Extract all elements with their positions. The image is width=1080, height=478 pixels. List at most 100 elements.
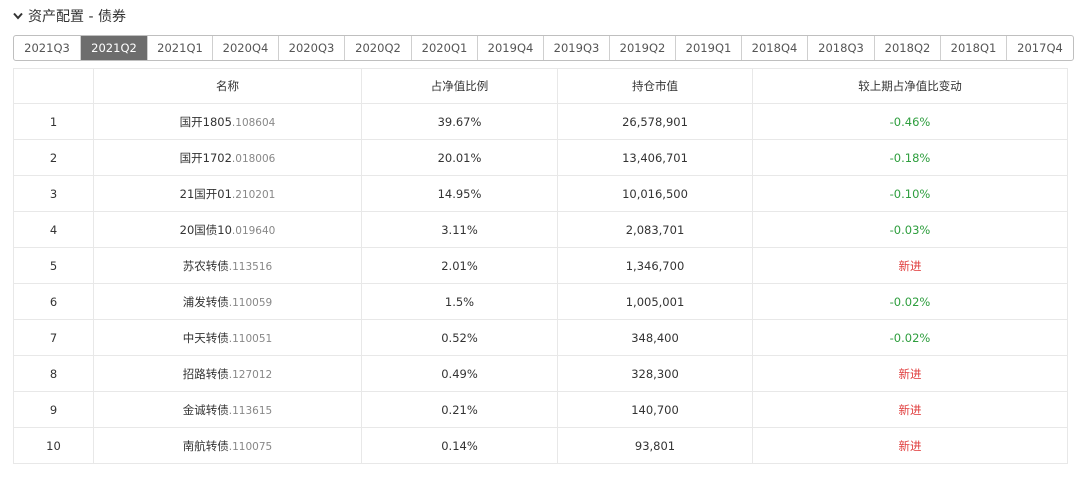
market-value: 1,346,700 xyxy=(557,247,753,284)
ratio-change: -0.02% xyxy=(752,319,1068,356)
section-title: 资产配置 - 债券 xyxy=(28,9,126,25)
net-value-ratio: 0.14% xyxy=(361,427,558,464)
ratio-change: -0.18% xyxy=(752,139,1068,176)
bond-name-link[interactable]: 浦发转债 xyxy=(183,295,229,309)
row-index: 8 xyxy=(13,355,94,392)
net-value-ratio: 39.67% xyxy=(361,103,558,140)
bond-name-link[interactable]: 招路转债 xyxy=(183,367,229,381)
row-index: 6 xyxy=(13,283,94,320)
table-header-row: 名称 占净值比例 持仓市值 较上期占净值比变动 xyxy=(13,68,1068,104)
bond-name-link[interactable]: 20国债10 xyxy=(180,223,232,237)
table-row: 5 苏农转债.113516 2.01% 1,346,700 新进 xyxy=(13,247,1068,284)
tab-2020Q4[interactable]: 2020Q4 xyxy=(213,36,279,60)
row-index: 5 xyxy=(13,247,94,284)
tab-2019Q2[interactable]: 2019Q2 xyxy=(610,36,676,60)
ratio-change: -0.03% xyxy=(752,211,1068,248)
bond-code: .113516 xyxy=(228,260,273,273)
bond-name-link[interactable]: 中天转债 xyxy=(183,331,229,345)
bond-name-cell: 21国开01.210201 xyxy=(93,175,362,212)
tab-2021Q2[interactable]: 2021Q2 xyxy=(81,36,148,60)
chevron-down-icon[interactable] xyxy=(12,10,24,22)
bond-name-link[interactable]: 南航转债 xyxy=(183,439,229,453)
table-row: 9 金诚转债.113615 0.21% 140,700 新进 xyxy=(13,391,1068,428)
bond-code: .113615 xyxy=(228,404,273,417)
bond-code: .019640 xyxy=(231,224,276,237)
market-value: 348,400 xyxy=(557,319,753,356)
bond-name-link[interactable]: 21国开01 xyxy=(180,187,232,201)
bond-name-cell: 中天转债.110051 xyxy=(93,319,362,356)
bond-name-link[interactable]: 金诚转债 xyxy=(183,403,229,417)
tab-2020Q3[interactable]: 2020Q3 xyxy=(279,36,345,60)
tab-2019Q3[interactable]: 2019Q3 xyxy=(544,36,610,60)
table-row: 6 浦发转债.110059 1.5% 1,005,001 -0.02% xyxy=(13,283,1068,320)
market-value: 13,406,701 xyxy=(557,139,753,176)
ratio-change: 新进 xyxy=(752,247,1068,284)
market-value: 140,700 xyxy=(557,391,753,428)
ratio-change: -0.02% xyxy=(752,283,1068,320)
bond-name-link[interactable]: 苏农转债 xyxy=(183,259,229,273)
table-row: 8 招路转债.127012 0.49% 328,300 新进 xyxy=(13,355,1068,392)
net-value-ratio: 3.11% xyxy=(361,211,558,248)
market-value: 26,578,901 xyxy=(557,103,753,140)
market-value: 10,016,500 xyxy=(557,175,753,212)
table-row: 2 国开1702.018006 20.01% 13,406,701 -0.18% xyxy=(13,139,1068,176)
table-row: 3 21国开01.210201 14.95% 10,016,500 -0.10% xyxy=(13,175,1068,212)
row-index: 1 xyxy=(13,103,94,140)
net-value-ratio: 0.21% xyxy=(361,391,558,428)
ratio-change: 新进 xyxy=(752,391,1068,428)
row-index: 9 xyxy=(13,391,94,428)
bond-code: .110075 xyxy=(228,440,273,453)
tab-2018Q4[interactable]: 2018Q4 xyxy=(742,36,808,60)
row-index: 4 xyxy=(13,211,94,248)
tab-2018Q2[interactable]: 2018Q2 xyxy=(875,36,941,60)
tab-2020Q2[interactable]: 2020Q2 xyxy=(345,36,412,60)
bond-name-cell: 苏农转债.113516 xyxy=(93,247,362,284)
ratio-change: 新进 xyxy=(752,355,1068,392)
column-header-ratio: 占净值比例 xyxy=(361,68,558,104)
tab-2019Q4[interactable]: 2019Q4 xyxy=(478,36,544,60)
tab-2019Q1[interactable]: 2019Q1 xyxy=(676,36,742,60)
bond-code: .110059 xyxy=(228,296,273,309)
bond-code: .127012 xyxy=(228,368,273,381)
tab-2018Q3[interactable]: 2018Q3 xyxy=(808,36,875,60)
net-value-ratio: 20.01% xyxy=(361,139,558,176)
market-value: 2,083,701 xyxy=(557,211,753,248)
holdings-table: 名称 占净值比例 持仓市值 较上期占净值比变动 1 国开1805.108604 39… xyxy=(13,68,1068,464)
ratio-change: -0.10% xyxy=(752,175,1068,212)
market-value: 93,801 xyxy=(557,427,753,464)
bond-name-cell: 20国债10.019640 xyxy=(93,211,362,248)
net-value-ratio: 2.01% xyxy=(361,247,558,284)
row-index: 2 xyxy=(13,139,94,176)
bond-name-cell: 金诚转债.113615 xyxy=(93,391,362,428)
column-header-name: 名称 xyxy=(93,68,362,104)
tab-2020Q1[interactable]: 2020Q1 xyxy=(412,36,478,60)
bond-code: .108604 xyxy=(231,116,276,129)
table-row: 4 20国债10.019640 3.11% 2,083,701 -0.03% xyxy=(13,211,1068,248)
holdings-table-wrap: 名称 占净值比例 持仓市值 较上期占净值比变动 1 国开1805.108604 39… xyxy=(13,68,1068,464)
table-row: 1 国开1805.108604 39.67% 26,578,901 -0.46% xyxy=(13,103,1068,140)
ratio-change: -0.46% xyxy=(752,103,1068,140)
table-row: 7 中天转债.110051 0.52% 348,400 -0.02% xyxy=(13,319,1068,356)
market-value: 328,300 xyxy=(557,355,753,392)
column-header-value: 持仓市值 xyxy=(557,68,753,104)
bond-name-cell: 南航转债.110075 xyxy=(93,427,362,464)
table-row: 10 南航转债.110075 0.14% 93,801 新进 xyxy=(13,427,1068,464)
bond-name-cell: 国开1702.018006 xyxy=(93,139,362,176)
bond-code: .210201 xyxy=(231,188,276,201)
bond-name-cell: 国开1805.108604 xyxy=(93,103,362,140)
bond-name-cell: 招路转债.127012 xyxy=(93,355,362,392)
row-index: 3 xyxy=(13,175,94,212)
tab-2021Q3[interactable]: 2021Q3 xyxy=(14,36,81,60)
tab-2021Q1[interactable]: 2021Q1 xyxy=(148,36,213,60)
tab-2018Q1[interactable]: 2018Q1 xyxy=(941,36,1007,60)
section-header[interactable]: 资产配置 - 债券 xyxy=(12,6,126,26)
bond-code: .018006 xyxy=(231,152,276,165)
column-header-change: 较上期占净值比变动 xyxy=(752,68,1068,104)
net-value-ratio: 0.52% xyxy=(361,319,558,356)
row-index: 7 xyxy=(13,319,94,356)
bond-name-link[interactable]: 国开1702 xyxy=(180,151,232,165)
net-value-ratio: 0.49% xyxy=(361,355,558,392)
bond-name-link[interactable]: 国开1805 xyxy=(180,115,232,129)
tab-2017Q4[interactable]: 2017Q4 xyxy=(1007,36,1073,60)
row-index: 10 xyxy=(13,427,94,464)
